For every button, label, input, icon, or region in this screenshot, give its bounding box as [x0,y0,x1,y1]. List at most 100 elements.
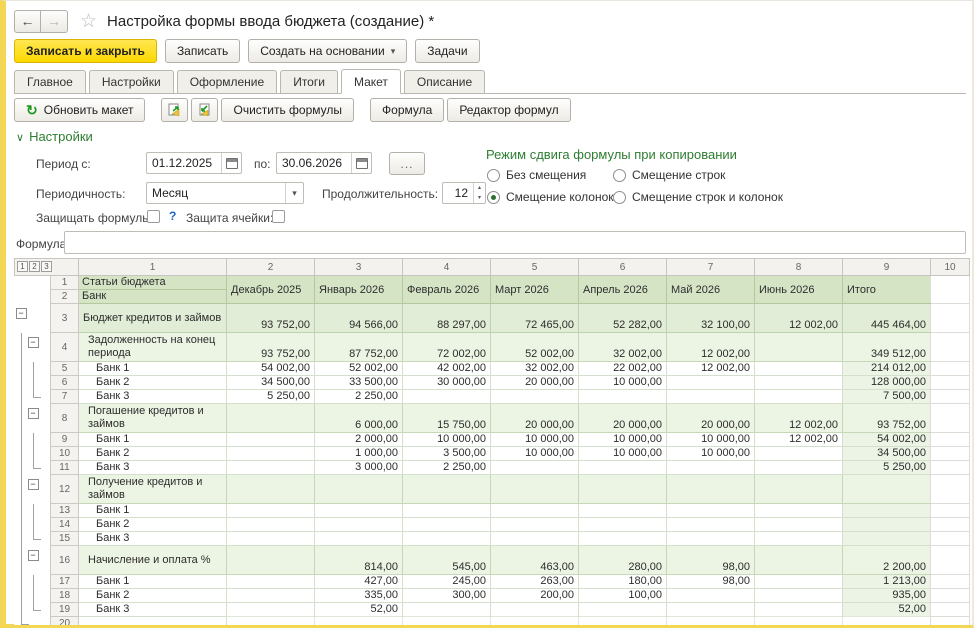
cell[interactable] [491,518,579,532]
cell[interactable] [667,589,755,603]
cell[interactable]: 10 000,00 [491,433,579,447]
cell[interactable]: 72 002,00 [403,333,491,362]
cell[interactable]: 3 500,00 [403,447,491,461]
cell[interactable]: 52 002,00 [315,362,403,376]
row-label-cell[interactable]: Банк 2 [79,589,227,603]
help-icon[interactable]: ? [169,209,176,223]
cell[interactable] [491,532,579,546]
month-header-cell[interactable]: Итого [843,276,931,304]
group-level-button[interactable]: 1 [17,261,28,272]
cell[interactable]: 87 752,00 [315,333,403,362]
cell[interactable] [315,518,403,532]
cell[interactable]: 12 002,00 [755,304,843,333]
spin-down-icon[interactable]: ▾ [474,193,485,203]
cell[interactable]: 935,00 [843,589,931,603]
cell[interactable]: 335,00 [315,589,403,603]
row-label-cell[interactable]: Банк 1 [79,504,227,518]
cell[interactable] [579,504,667,518]
cell[interactable]: 5 250,00 [227,390,315,404]
cell[interactable] [403,390,491,404]
cell[interactable] [403,603,491,617]
back-button[interactable]: ← [14,10,41,33]
cell[interactable]: 32 100,00 [667,304,755,333]
collapse-group-icon[interactable]: − [28,408,39,419]
cell[interactable] [227,475,315,504]
month-header-cell[interactable]: Март 2026 [491,276,579,304]
cell[interactable] [667,617,755,626]
cell[interactable] [755,589,843,603]
cell[interactable] [931,461,970,475]
row-number[interactable]: 16 [51,546,79,575]
group-level-button[interactable]: 3 [41,261,52,272]
cell[interactable] [843,504,931,518]
cell[interactable]: 10 000,00 [491,447,579,461]
cell[interactable]: 20 000,00 [667,404,755,433]
settings-group-header[interactable]: ∨Настройки [16,129,93,144]
cell[interactable]: 32 002,00 [579,333,667,362]
row-label-cell[interactable]: Банк 2 [79,447,227,461]
period-from-input[interactable]: 01.12.2025 [146,152,242,174]
cell[interactable] [227,447,315,461]
formula-input[interactable] [64,231,966,254]
cell[interactable]: 54 002,00 [843,433,931,447]
row-number[interactable]: 3 [51,304,79,333]
cell[interactable] [843,532,931,546]
cell[interactable]: 33 500,00 [315,376,403,390]
cell[interactable] [315,504,403,518]
column-header[interactable]: 1 [79,259,227,276]
radio-shift-columns[interactable]: Смещение колонок [487,190,614,204]
spinner-buttons[interactable]: ▴▾ [473,183,485,203]
cell[interactable] [227,504,315,518]
cell[interactable] [579,518,667,532]
sheet-title-cell[interactable]: Банк [79,290,227,304]
cell[interactable]: 427,00 [315,575,403,589]
cell[interactable]: 12 002,00 [755,404,843,433]
cell[interactable]: 30 000,00 [403,376,491,390]
spreadsheet[interactable]: 123123456789101Статьи бюджетаДекабрь 202… [14,258,972,625]
cell[interactable]: 245,00 [403,575,491,589]
cell[interactable] [667,390,755,404]
cell[interactable] [755,376,843,390]
row-label-cell[interactable]: Бюджет кредитов и займов [79,304,227,333]
forward-button[interactable]: → [41,10,68,33]
cell[interactable] [579,475,667,504]
column-header[interactable]: 8 [755,259,843,276]
export-formulas-icon-button[interactable] [161,98,188,122]
cell[interactable] [667,504,755,518]
cell[interactable] [403,518,491,532]
column-header[interactable]: 10 [931,259,970,276]
row-number[interactable]: 4 [51,333,79,362]
cell[interactable]: 22 002,00 [579,362,667,376]
month-header-cell[interactable]: Май 2026 [667,276,755,304]
cell[interactable] [931,433,970,447]
row-label-cell[interactable]: Банк 1 [79,362,227,376]
cell[interactable] [931,532,970,546]
cell[interactable] [931,276,970,304]
cell[interactable]: 10 000,00 [403,433,491,447]
collapse-group-icon[interactable]: − [28,337,39,348]
chevron-down-icon[interactable]: ▾ [285,183,303,203]
protect-cell-checkbox[interactable] [272,210,285,223]
spin-up-icon[interactable]: ▴ [474,183,485,193]
month-header-cell[interactable]: Декабрь 2025 [227,276,315,304]
row-number[interactable]: 7 [51,390,79,404]
cell[interactable] [491,475,579,504]
row-label-cell[interactable]: Банк 3 [79,461,227,475]
clear-formulas-button[interactable]: Очистить формулы [221,98,354,122]
collapse-group-icon[interactable]: − [16,308,27,319]
cell[interactable] [755,333,843,362]
cell[interactable]: 93 752,00 [843,404,931,433]
cell[interactable] [931,617,970,626]
cell[interactable] [227,433,315,447]
cell[interactable] [491,390,579,404]
cell[interactable]: 20 000,00 [579,404,667,433]
radio-no-shift[interactable]: Без смещения [487,168,586,182]
cell[interactable] [667,603,755,617]
cell[interactable] [227,461,315,475]
row-label-cell[interactable]: Банк 1 [79,433,227,447]
cell[interactable] [931,362,970,376]
cell[interactable]: 263,00 [491,575,579,589]
cell[interactable]: 52 002,00 [491,333,579,362]
row-label-cell[interactable] [79,617,227,626]
cell[interactable] [491,461,579,475]
